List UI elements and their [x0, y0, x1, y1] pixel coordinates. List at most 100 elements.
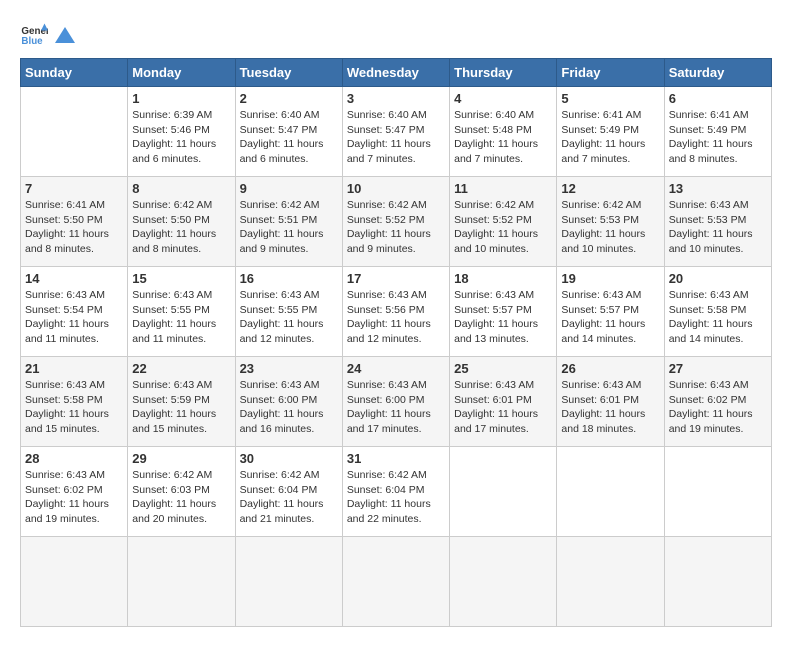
- calendar-cell: 7 Sunrise: 6:41 AMSunset: 5:50 PMDaylight…: [21, 177, 128, 267]
- calendar-cell: [128, 537, 235, 627]
- calendar-cell: 30Sunrise: 6:42 AMSunset: 6:04 PMDayligh…: [235, 447, 342, 537]
- weekday-header-cell: Tuesday: [235, 59, 342, 87]
- page-header: General Blue: [20, 20, 772, 48]
- calendar-cell: [557, 537, 664, 627]
- calendar-cell: [450, 447, 557, 537]
- day-number: 27: [669, 361, 767, 376]
- day-info: Sunrise: 6:43 AMSunset: 6:01 PMDaylight:…: [561, 378, 659, 437]
- calendar-cell: 6 Sunrise: 6:41 AMSunset: 5:49 PMDaylight…: [664, 87, 771, 177]
- svg-text:Blue: Blue: [21, 36, 43, 47]
- calendar-cell: [664, 537, 771, 627]
- calendar-cell: 14Sunrise: 6:43 AMSunset: 5:54 PMDayligh…: [21, 267, 128, 357]
- calendar-cell: [664, 447, 771, 537]
- day-number: 17: [347, 271, 445, 286]
- calendar-cell: 13 Sunrise: 6:43 AMSunset: 5:53 PMDayligh…: [664, 177, 771, 267]
- calendar-row: 1 Sunrise: 6:39 AMSunset: 5:46 PMDaylight…: [21, 87, 772, 177]
- logo-icon: General Blue: [20, 20, 48, 48]
- day-number: 24: [347, 361, 445, 376]
- day-info: Sunrise: 6:41 AMSunset: 5:49 PMDaylight:…: [561, 108, 659, 167]
- day-number: 7: [25, 181, 123, 196]
- calendar-cell: 24 Sunrise: 6:43 AMSunset: 6:00 PMDayligh…: [342, 357, 449, 447]
- calendar-cell: 27Sunrise: 6:43 AMSunset: 6:02 PMDayligh…: [664, 357, 771, 447]
- day-info: Sunrise: 6:42 AMSunset: 6:03 PMDaylight:…: [132, 468, 230, 527]
- day-number: 9: [240, 181, 338, 196]
- day-number: 14: [25, 271, 123, 286]
- calendar-row: 28 Sunrise: 6:43 AMSunset: 6:02 PMDayligh…: [21, 447, 772, 537]
- calendar-cell: 22 Sunrise: 6:43 AMSunset: 5:59 PMDayligh…: [128, 357, 235, 447]
- calendar-cell: 4Sunrise: 6:40 AMSunset: 5:48 PMDaylight…: [450, 87, 557, 177]
- logo-triangle-icon: [54, 25, 76, 47]
- calendar-cell: 28 Sunrise: 6:43 AMSunset: 6:02 PMDayligh…: [21, 447, 128, 537]
- day-info: Sunrise: 6:43 AMSunset: 5:58 PMDaylight:…: [25, 378, 123, 437]
- calendar-cell: 19Sunrise: 6:43 AMSunset: 5:57 PMDayligh…: [557, 267, 664, 357]
- day-number: 5: [561, 91, 659, 106]
- day-info: Sunrise: 6:43 AMSunset: 5:59 PMDaylight:…: [132, 378, 230, 437]
- day-info: Sunrise: 6:43 AMSunset: 6:02 PMDaylight:…: [25, 468, 123, 527]
- calendar-cell: 5 Sunrise: 6:41 AMSunset: 5:49 PMDaylight…: [557, 87, 664, 177]
- day-info: Sunrise: 6:43 AMSunset: 5:57 PMDaylight:…: [561, 288, 659, 347]
- calendar-cell: [450, 537, 557, 627]
- day-number: 11: [454, 181, 552, 196]
- weekday-header-cell: Sunday: [21, 59, 128, 87]
- day-number: 6: [669, 91, 767, 106]
- calendar-table: SundayMondayTuesdayWednesdayThursdayFrid…: [20, 58, 772, 627]
- calendar-cell: 12 Sunrise: 6:42 AMSunset: 5:53 PMDayligh…: [557, 177, 664, 267]
- day-number: 3: [347, 91, 445, 106]
- day-info: Sunrise: 6:41 AMSunset: 5:50 PMDaylight:…: [25, 198, 123, 257]
- calendar-cell: 16Sunrise: 6:43 AMSunset: 5:55 PMDayligh…: [235, 267, 342, 357]
- calendar-cell: 31 Sunrise: 6:42 AMSunset: 6:04 PMDayligh…: [342, 447, 449, 537]
- calendar-row: 7 Sunrise: 6:41 AMSunset: 5:50 PMDaylight…: [21, 177, 772, 267]
- day-number: 1: [132, 91, 230, 106]
- day-number: 23: [240, 361, 338, 376]
- day-number: 4: [454, 91, 552, 106]
- day-info: Sunrise: 6:42 AMSunset: 5:53 PMDaylight:…: [561, 198, 659, 257]
- day-info: Sunrise: 6:43 AMSunset: 5:57 PMDaylight:…: [454, 288, 552, 347]
- day-info: Sunrise: 6:42 AMSunset: 5:52 PMDaylight:…: [347, 198, 445, 257]
- day-number: 16: [240, 271, 338, 286]
- day-info: Sunrise: 6:43 AMSunset: 6:01 PMDaylight:…: [454, 378, 552, 437]
- day-info: Sunrise: 6:43 AMSunset: 6:00 PMDaylight:…: [347, 378, 445, 437]
- calendar-cell: [557, 447, 664, 537]
- day-info: Sunrise: 6:42 AMSunset: 6:04 PMDaylight:…: [240, 468, 338, 527]
- day-number: 8: [132, 181, 230, 196]
- calendar-cell: 15Sunrise: 6:43 AMSunset: 5:55 PMDayligh…: [128, 267, 235, 357]
- calendar-cell: [21, 87, 128, 177]
- day-number: 22: [132, 361, 230, 376]
- weekday-header-cell: Saturday: [664, 59, 771, 87]
- day-number: 12: [561, 181, 659, 196]
- day-number: 31: [347, 451, 445, 466]
- calendar-cell: 10 Sunrise: 6:42 AMSunset: 5:52 PMDayligh…: [342, 177, 449, 267]
- day-number: 26: [561, 361, 659, 376]
- day-info: Sunrise: 6:42 AMSunset: 6:04 PMDaylight:…: [347, 468, 445, 527]
- logo: General Blue: [20, 20, 76, 48]
- calendar-cell: 11Sunrise: 6:42 AMSunset: 5:52 PMDayligh…: [450, 177, 557, 267]
- day-number: 28: [25, 451, 123, 466]
- day-number: 10: [347, 181, 445, 196]
- calendar-row: [21, 537, 772, 627]
- day-info: Sunrise: 6:43 AMSunset: 5:56 PMDaylight:…: [347, 288, 445, 347]
- calendar-cell: [235, 537, 342, 627]
- weekday-header-cell: Wednesday: [342, 59, 449, 87]
- calendar-cell: [21, 537, 128, 627]
- calendar-cell: 3Sunrise: 6:40 AMSunset: 5:47 PMDaylight…: [342, 87, 449, 177]
- day-number: 29: [132, 451, 230, 466]
- calendar-cell: 17 Sunrise: 6:43 AMSunset: 5:56 PMDayligh…: [342, 267, 449, 357]
- weekday-header-cell: Friday: [557, 59, 664, 87]
- weekday-header-row: SundayMondayTuesdayWednesdayThursdayFrid…: [21, 59, 772, 87]
- calendar-cell: 8 Sunrise: 6:42 AMSunset: 5:50 PMDaylight…: [128, 177, 235, 267]
- calendar-body: 1 Sunrise: 6:39 AMSunset: 5:46 PMDaylight…: [21, 87, 772, 627]
- day-number: 21: [25, 361, 123, 376]
- day-info: Sunrise: 6:42 AMSunset: 5:50 PMDaylight:…: [132, 198, 230, 257]
- day-number: 15: [132, 271, 230, 286]
- day-number: 13: [669, 181, 767, 196]
- day-info: Sunrise: 6:40 AMSunset: 5:47 PMDaylight:…: [240, 108, 338, 167]
- weekday-header-cell: Thursday: [450, 59, 557, 87]
- day-info: Sunrise: 6:39 AMSunset: 5:46 PMDaylight:…: [132, 108, 230, 167]
- day-info: Sunrise: 6:41 AMSunset: 5:49 PMDaylight:…: [669, 108, 767, 167]
- day-info: Sunrise: 6:43 AMSunset: 5:53 PMDaylight:…: [669, 198, 767, 257]
- calendar-cell: 25Sunrise: 6:43 AMSunset: 6:01 PMDayligh…: [450, 357, 557, 447]
- calendar-cell: 26 Sunrise: 6:43 AMSunset: 6:01 PMDayligh…: [557, 357, 664, 447]
- calendar-row: 21 Sunrise: 6:43 AMSunset: 5:58 PMDayligh…: [21, 357, 772, 447]
- weekday-header-cell: Monday: [128, 59, 235, 87]
- calendar-cell: 18Sunrise: 6:43 AMSunset: 5:57 PMDayligh…: [450, 267, 557, 357]
